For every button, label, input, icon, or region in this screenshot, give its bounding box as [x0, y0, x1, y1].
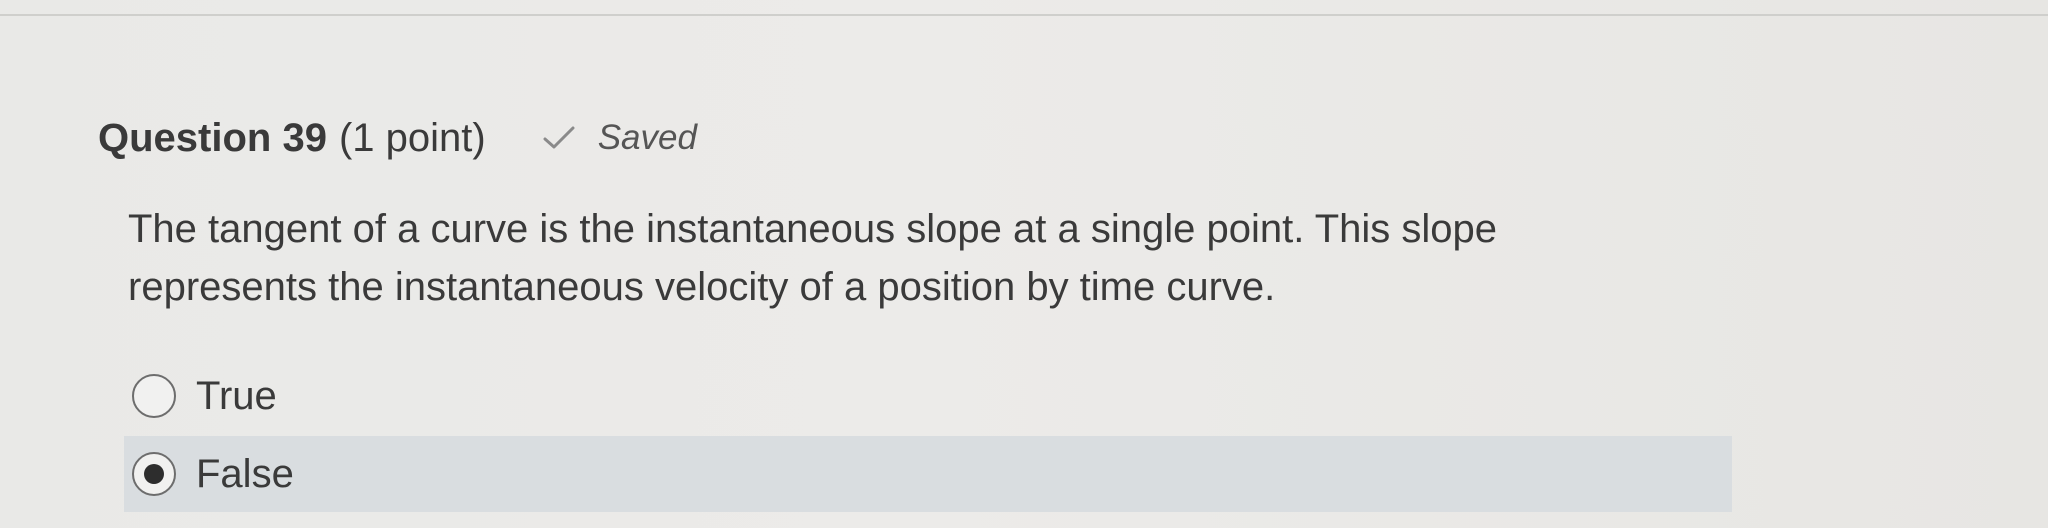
- check-icon: [542, 124, 576, 152]
- answer-label-false: False: [196, 451, 294, 496]
- answer-label-true: True: [196, 373, 277, 418]
- answer-options: True False: [124, 358, 1732, 512]
- question-text: The tangent of a curve is the instantane…: [128, 207, 1498, 309]
- saved-label: Saved: [597, 118, 697, 157]
- answer-option-false[interactable]: False: [124, 436, 1732, 512]
- radio-false[interactable]: [132, 452, 176, 496]
- top-divider: [0, 14, 2048, 16]
- question-points: (1 point): [338, 115, 486, 160]
- question-title: Question 39: [98, 115, 327, 160]
- question-header: Question 39 (1 point) Saved: [98, 108, 697, 168]
- radio-true[interactable]: [132, 374, 176, 418]
- saved-status: Saved: [542, 118, 697, 158]
- answer-option-true[interactable]: True: [124, 358, 1732, 434]
